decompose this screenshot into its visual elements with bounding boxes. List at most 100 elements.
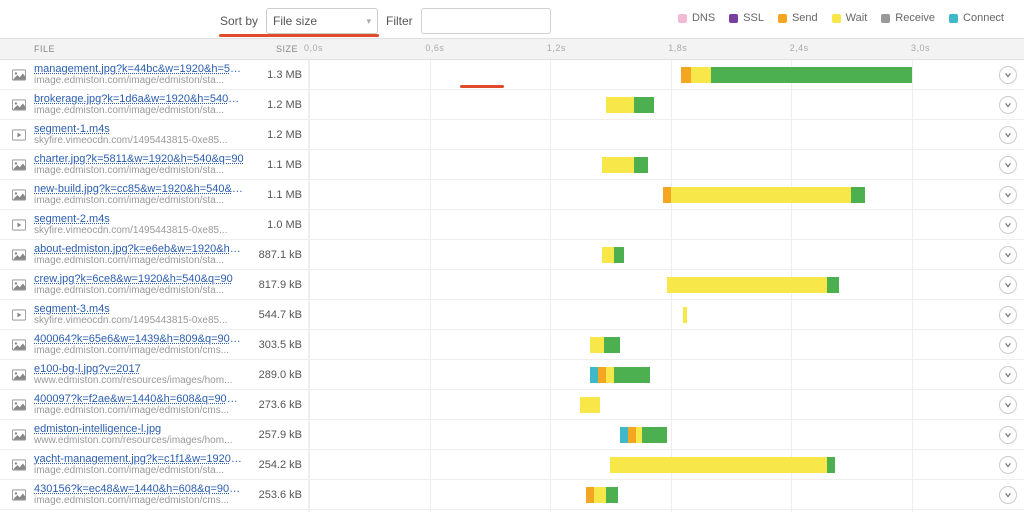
- legend-label: Send: [792, 12, 818, 24]
- file-link[interactable]: segment-3.m4s: [34, 303, 244, 315]
- size-cell: 257.9 kB: [244, 429, 308, 441]
- waterfall-cell: [308, 90, 992, 119]
- file-host: image.edmiston.com/image/edmiston/sta...: [34, 285, 244, 296]
- file-host: skyfire.vimeocdn.com/1495443815-0xe85...: [34, 315, 244, 326]
- expand-row-button[interactable]: [999, 456, 1017, 474]
- expand-row-button[interactable]: [999, 66, 1017, 84]
- waterfall-bar[interactable]: [681, 67, 912, 83]
- file-host: image.edmiston.com/image/edmiston/cms...: [34, 495, 244, 506]
- legend-label: Wait: [846, 12, 868, 24]
- file-link[interactable]: segment-2.m4s: [34, 213, 244, 225]
- waterfall-segment-wait: [594, 487, 606, 503]
- file-link[interactable]: crew.jpg?k=6ce8&w=1920&h=540&q=90: [34, 273, 244, 285]
- legend-label: DNS: [692, 12, 715, 24]
- expand-row-button[interactable]: [999, 426, 1017, 444]
- video-icon: [0, 129, 34, 141]
- expand-row-button[interactable]: [999, 96, 1017, 114]
- expand-row-button[interactable]: [999, 246, 1017, 264]
- waterfall-segment-wait: [667, 277, 828, 293]
- rows: management.jpg?k=44bc&w=1920&h=540&q=90i…: [0, 60, 1024, 512]
- size-cell: 1.1 MB: [244, 189, 308, 201]
- waterfall-segment-receive: [634, 157, 648, 173]
- legend-label: Receive: [895, 12, 935, 24]
- table-row: 400097?k=f2ae&w=1440&h=608&q=90&o=cimage…: [0, 390, 1024, 420]
- waterfall-bar[interactable]: [663, 187, 866, 203]
- waterfall-bar[interactable]: [606, 97, 654, 113]
- legend-item: Send: [778, 12, 818, 24]
- file-link[interactable]: new-build.jpg?k=cc85&w=1920&h=540&q=90: [34, 183, 244, 195]
- expand-row-button[interactable]: [999, 396, 1017, 414]
- waterfall-segment-receive: [606, 487, 618, 503]
- table-row: new-build.jpg?k=cc85&w=1920&h=540&q=90im…: [0, 180, 1024, 210]
- waterfall-bar[interactable]: [602, 157, 648, 173]
- waterfall-bar[interactable]: [610, 457, 835, 473]
- table-row: management.jpg?k=44bc&w=1920&h=540&q=90i…: [0, 60, 1024, 90]
- expand-row-button[interactable]: [999, 126, 1017, 144]
- file-link[interactable]: charter.jpg?k=5811&w=1920&h=540&q=90: [34, 153, 244, 165]
- waterfall-bar[interactable]: [586, 487, 618, 503]
- size-cell: 1.1 MB: [244, 159, 308, 171]
- expand-row-button[interactable]: [999, 216, 1017, 234]
- timeline-tick: 0,6s: [425, 43, 444, 53]
- file-host: image.edmiston.com/image/edmiston/sta...: [34, 75, 244, 86]
- waterfall-cell: [308, 300, 992, 329]
- file-link[interactable]: 400064?k=65e6&w=1439&h=809&q=90&o=c[0...: [34, 333, 244, 345]
- size-cell: 254.2 kB: [244, 459, 308, 471]
- size-cell: 1.2 MB: [244, 129, 308, 141]
- image-icon: [0, 489, 34, 501]
- legend-label: Connect: [963, 12, 1004, 24]
- waterfall-bar[interactable]: [683, 307, 687, 323]
- waterfall-bar[interactable]: [590, 337, 620, 353]
- waterfall-segment-send: [598, 367, 606, 383]
- file-link[interactable]: edmiston-intelligence-l.jpg: [34, 423, 244, 435]
- timeline-tick: 1,2s: [547, 43, 566, 53]
- expand-row-button[interactable]: [999, 336, 1017, 354]
- file-cell: brokerage.jpg?k=1d6a&w=1920&h=540&q=90im…: [34, 93, 244, 116]
- file-link[interactable]: brokerage.jpg?k=1d6a&w=1920&h=540&q=90: [34, 93, 244, 105]
- expand-row-button[interactable]: [999, 366, 1017, 384]
- expand-row-button[interactable]: [999, 486, 1017, 504]
- image-icon: [0, 429, 34, 441]
- file-host: skyfire.vimeocdn.com/1495443815-0xe85...: [34, 135, 244, 146]
- image-icon: [0, 249, 34, 261]
- waterfall-cell: [308, 450, 992, 479]
- file-host: www.edmiston.com/resources/images/hom...: [34, 435, 244, 446]
- expand-row-button[interactable]: [999, 186, 1017, 204]
- file-link[interactable]: e100-bg-l.jpg?v=2017: [34, 363, 244, 375]
- expand-row-button[interactable]: [999, 306, 1017, 324]
- waterfall-cell: [308, 120, 992, 149]
- file-link[interactable]: segment-1.m4s: [34, 123, 244, 135]
- legend-item: DNS: [678, 12, 715, 24]
- file-cell: 400064?k=65e6&w=1439&h=809&q=90&o=c[0...…: [34, 333, 244, 356]
- sort-select[interactable]: File size ▾: [266, 8, 378, 34]
- waterfall-bar[interactable]: [667, 277, 840, 293]
- expand-row-button[interactable]: [999, 156, 1017, 174]
- waterfall-bar[interactable]: [620, 427, 666, 443]
- file-link[interactable]: 430156?k=ec48&w=1440&h=608&q=90&o=c: [34, 483, 244, 495]
- file-link[interactable]: about-edmiston.jpg?k=e6eb&w=1920&h=71...: [34, 243, 244, 255]
- waterfall-cell: [308, 60, 992, 89]
- file-link[interactable]: management.jpg?k=44bc&w=1920&h=540&q=90: [34, 63, 244, 75]
- waterfall-segment-connect: [620, 427, 628, 443]
- file-host: image.edmiston.com/image/edmiston/cms...: [34, 405, 244, 416]
- file-link[interactable]: yacht-management.jpg?k=c1f1&w=1920&h=...: [34, 453, 244, 465]
- waterfall-segment-wait: [590, 337, 604, 353]
- waterfall-segment-receive: [614, 367, 650, 383]
- waterfall-segment-send: [681, 67, 691, 83]
- size-cell: 544.7 kB: [244, 309, 308, 321]
- table-row: crew.jpg?k=6ce8&w=1920&h=540&q=90image.e…: [0, 270, 1024, 300]
- size-cell: 1.0 MB: [244, 219, 308, 231]
- waterfall-segment-connect: [590, 367, 598, 383]
- table-header: FILE SIZE 0,0s0,6s1,2s1,8s2,4s3,0s: [0, 38, 1024, 60]
- file-host: image.edmiston.com/image/edmiston/sta...: [34, 105, 244, 116]
- filter-input[interactable]: [421, 8, 551, 34]
- waterfall-bar[interactable]: [590, 367, 650, 383]
- file-host: image.edmiston.com/image/edmiston/sta...: [34, 255, 244, 266]
- timeline-tick: 0,0s: [304, 43, 323, 53]
- legend-label: SSL: [743, 12, 764, 24]
- waterfall-bar[interactable]: [580, 397, 600, 413]
- table-row: about-edmiston.jpg?k=e6eb&w=1920&h=71...…: [0, 240, 1024, 270]
- expand-row-button[interactable]: [999, 276, 1017, 294]
- waterfall-bar[interactable]: [602, 247, 624, 263]
- file-link[interactable]: 400097?k=f2ae&w=1440&h=608&q=90&o=c: [34, 393, 244, 405]
